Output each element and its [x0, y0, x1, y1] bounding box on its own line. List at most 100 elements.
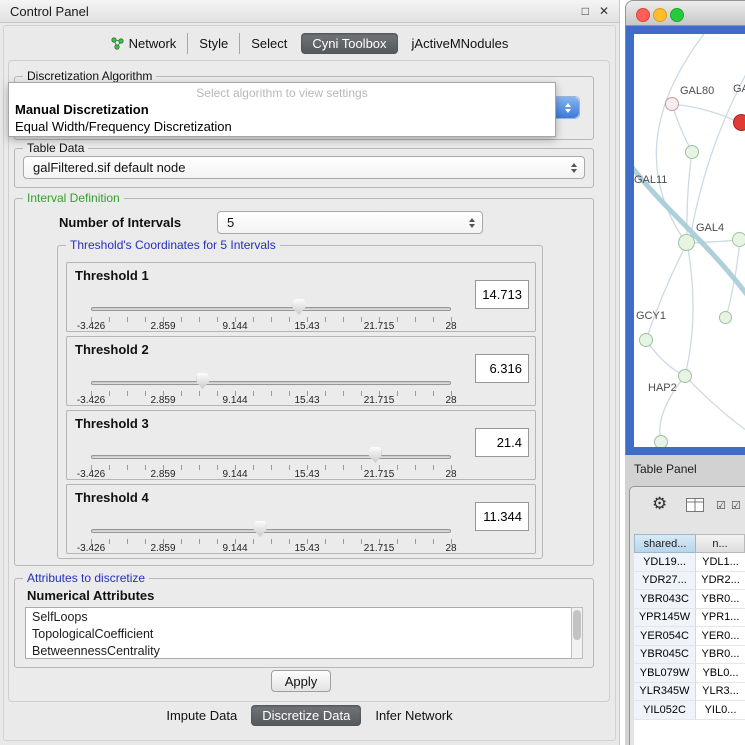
cell-shared-name[interactable]: YER054C — [634, 627, 696, 646]
table-row[interactable]: YIL052CYIL0... — [634, 701, 745, 720]
network-node[interactable] — [665, 97, 679, 111]
cell-shared-name[interactable]: YDR27... — [634, 572, 696, 591]
checkbox-select-icon[interactable]: ☑ — [731, 499, 742, 512]
tab-impute-data[interactable]: Impute Data — [155, 705, 248, 726]
cell-shared-name[interactable]: YPR145W — [634, 609, 696, 628]
network-node[interactable] — [678, 234, 695, 251]
slider-scale-label: 21.715 — [364, 469, 395, 480]
table-row[interactable]: YBL079WYBL0... — [634, 664, 745, 683]
popup-item-equal-width-frequency[interactable]: Equal Width/Frequency Discretization — [9, 117, 555, 134]
attribute-list-item[interactable]: SelfLoops — [32, 609, 582, 626]
apply-button[interactable]: Apply — [271, 670, 331, 692]
cell-name[interactable]: YLR3... — [696, 683, 745, 702]
cell-name[interactable]: YIL0... — [696, 701, 745, 720]
slider-track[interactable] — [91, 455, 451, 459]
slider-scale-label: -3.426 — [77, 469, 105, 480]
cell-shared-name[interactable]: YBL079W — [634, 664, 696, 683]
network-node[interactable] — [654, 435, 668, 447]
column-header-shared-name[interactable]: shared... — [634, 534, 696, 553]
cell-name[interactable]: YBR0... — [696, 646, 745, 665]
slider-scale: -3.4262.8599.14415.4321.71528 — [91, 469, 451, 480]
slider-track[interactable] — [91, 381, 451, 385]
network-node[interactable] — [732, 232, 745, 247]
cell-shared-name[interactable]: YBR045C — [634, 646, 696, 665]
threshold-3-slider[interactable] — [91, 453, 451, 461]
control-panel-window: Control Panel □ ✕ Network Style Select C… — [0, 0, 620, 745]
network-view-window: GAL80 GA GAL11 GAL4 GCY1 HAP2 — [625, 0, 745, 455]
cell-shared-name[interactable]: YDL19... — [634, 553, 696, 572]
network-canvas[interactable]: GAL80 GA GAL11 GAL4 GCY1 HAP2 — [634, 34, 745, 447]
cell-shared-name[interactable]: YBR043C — [634, 590, 696, 609]
threshold-1-slider[interactable] — [91, 305, 451, 313]
slider-track[interactable] — [91, 307, 451, 311]
slider-scale-label: 9.144 — [222, 543, 247, 554]
combo-stepper-icon — [469, 218, 475, 228]
network-node-selected[interactable] — [733, 114, 745, 131]
network-node[interactable] — [639, 333, 653, 347]
slider-track[interactable] — [91, 529, 451, 533]
slider-scale-label: 9.144 — [222, 321, 247, 332]
threshold-2-value-field[interactable]: 6.316 — [475, 354, 529, 383]
slider-scale-label: 28 — [445, 469, 456, 480]
threshold-4-slider[interactable] — [91, 527, 451, 535]
gear-icon[interactable]: ⚙ — [652, 494, 667, 514]
minimize-button[interactable] — [653, 8, 667, 22]
slider-thumb[interactable] — [292, 299, 305, 315]
table-row[interactable]: YER054CYER0... — [634, 627, 745, 646]
threshold-4-value-field[interactable]: 11.344 — [475, 502, 529, 531]
slider-scale-label: 2.859 — [150, 321, 175, 332]
table-body: YDL19...YDL1...YDR27...YDR2...YBR043CYBR… — [634, 553, 745, 745]
combo-stepper-icon[interactable] — [555, 97, 579, 118]
tab-infer-network[interactable]: Infer Network — [364, 705, 463, 726]
table-row[interactable]: YPR145WYPR1... — [634, 609, 745, 628]
table-row[interactable]: YBR045CYBR0... — [634, 646, 745, 665]
cell-shared-name[interactable]: YLR345W — [634, 683, 696, 702]
number-of-intervals-combobox[interactable]: 5 — [217, 211, 483, 234]
slider-thumb[interactable] — [254, 521, 267, 537]
slider-thumb[interactable] — [196, 373, 209, 389]
close-window-icon[interactable]: ✕ — [599, 5, 609, 17]
close-button[interactable] — [636, 8, 650, 22]
cell-name[interactable]: YBR0... — [696, 590, 745, 609]
network-node[interactable] — [685, 145, 699, 159]
list-scrollbar[interactable] — [571, 607, 583, 659]
cell-name[interactable]: YBL0... — [696, 664, 745, 683]
tab-cyni-toolbox[interactable]: Cyni Toolbox — [301, 33, 397, 54]
table-row[interactable]: YLR345WYLR3... — [634, 683, 745, 702]
tab-discretize-data[interactable]: Discretize Data — [251, 705, 361, 726]
table-row[interactable]: YDL19...YDL1... — [634, 553, 745, 572]
cell-name[interactable]: YPR1... — [696, 609, 745, 628]
tab-select-label: Select — [251, 36, 287, 51]
threshold-3-value-field[interactable]: 21.4 — [475, 428, 529, 457]
network-node[interactable] — [719, 311, 732, 324]
threshold-1-value-field[interactable]: 14.713 — [475, 280, 529, 309]
table-row[interactable]: YBR043CYBR0... — [634, 590, 745, 609]
threshold-2-slider[interactable] — [91, 379, 451, 387]
popup-item-manual-discretization[interactable]: Manual Discretization — [9, 100, 555, 117]
cell-shared-name[interactable]: YIL052C — [634, 701, 696, 720]
table-columns-icon[interactable] — [686, 498, 704, 512]
cell-name[interactable]: YDR2... — [696, 572, 745, 591]
table-data-combobox[interactable]: galFiltered.sif default node — [23, 156, 585, 179]
slider-scale-label: 15.43 — [294, 395, 319, 406]
float-window-icon[interactable]: □ — [582, 5, 589, 17]
cell-name[interactable]: YDL1... — [696, 553, 745, 572]
column-header-name[interactable]: n... — [696, 534, 745, 553]
slider-scale-label: 15.43 — [294, 543, 319, 554]
slider-thumb[interactable] — [369, 447, 382, 463]
network-node[interactable] — [678, 369, 692, 383]
zoom-button[interactable] — [670, 8, 684, 22]
tab-network[interactable]: Network — [100, 33, 188, 54]
tab-jactivemodules[interactable]: jActiveMNodules — [401, 33, 520, 54]
checkbox-select-icon[interactable]: ☑ — [716, 499, 727, 512]
scrollbar-thumb[interactable] — [573, 610, 581, 640]
attribute-list-item[interactable]: TopologicalCoefficient — [32, 626, 582, 643]
tab-style[interactable]: Style — [187, 33, 239, 54]
table-header: shared... n... — [634, 534, 745, 553]
discretization-algorithm-group-title: Discretization Algorithm — [23, 69, 156, 83]
table-row[interactable]: YDR27...YDR2... — [634, 572, 745, 591]
attribute-list-item[interactable]: BetweennessCentrality — [32, 643, 582, 659]
tab-select[interactable]: Select — [239, 33, 298, 54]
cell-name[interactable]: YER0... — [696, 627, 745, 646]
numerical-attributes-list[interactable]: SelfLoopsTopologicalCoefficientBetweenne… — [25, 607, 583, 659]
